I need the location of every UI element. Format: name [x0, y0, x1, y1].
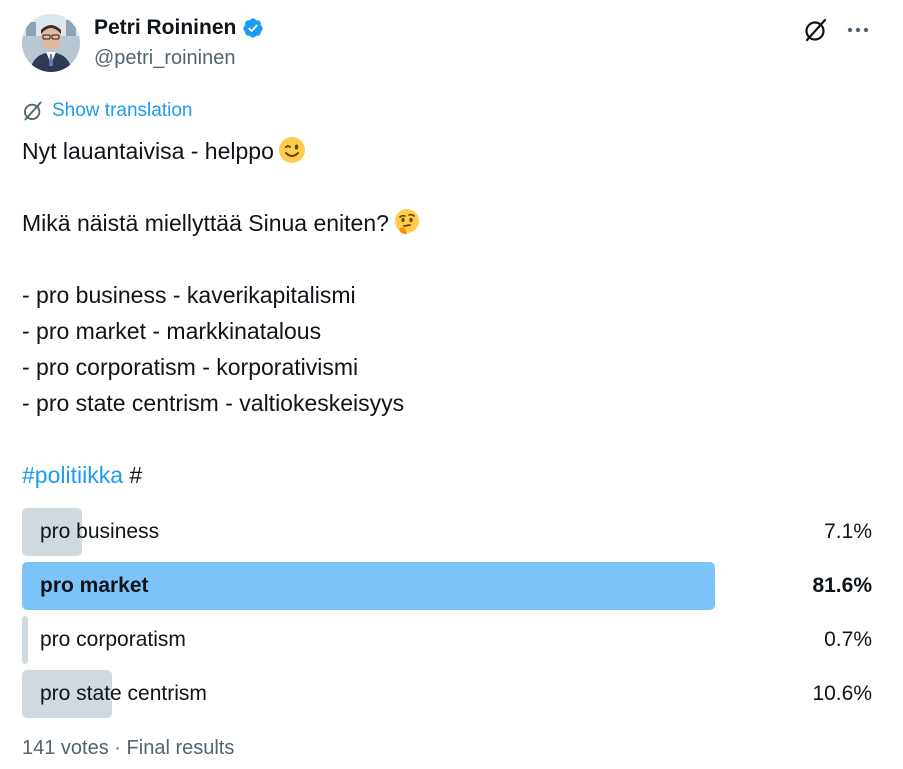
tweet-line-2-text: Mikä näistä miellyttää Sinua eniten?: [22, 210, 389, 236]
poll-option: pro state centrism 10.6%: [22, 670, 872, 718]
poll-footer-separator: ·: [114, 737, 121, 759]
tweet-card: Petri Roininen @petri_roininen Show tran…: [0, 0, 903, 769]
show-translation-button[interactable]: Show translation: [22, 100, 192, 122]
author-avatar[interactable]: [22, 14, 80, 72]
poll-option-label: pro state centrism: [40, 682, 207, 705]
poll-option-percent: 10.6%: [812, 682, 872, 705]
poll-option: pro corporatism 0.7%: [22, 616, 872, 664]
tweet-line-2: Mikä näistä miellyttää Sinua eniten?: [22, 205, 882, 241]
tweet-option-line: - pro business - kaverikapitalismi: [22, 282, 356, 308]
poll-option-percent: 81.6%: [812, 574, 872, 597]
poll-footer: 141 votes · Final results: [22, 737, 234, 760]
author-display-name[interactable]: Petri Roininen: [94, 16, 236, 40]
author-handle[interactable]: @petri_roininen: [94, 47, 236, 70]
tweet-text: Nyt lauantaivisa - helppo Mikä näistä mi…: [22, 133, 882, 493]
thinking-face-emoji-icon: [393, 208, 421, 246]
poll: pro business 7.1% pro market 81.6% pro c…: [22, 508, 872, 724]
poll-status: Final results: [126, 737, 235, 759]
trailing-hash: #: [129, 462, 143, 488]
tweet-option-line: - pro corporatism - korporativismi: [22, 354, 359, 380]
poll-option-percent: 0.7%: [824, 628, 872, 651]
winking-face-emoji-icon: [278, 136, 306, 174]
poll-option-label: pro corporatism: [40, 628, 186, 651]
hashtag-link[interactable]: #politiikka: [22, 462, 123, 488]
tweet-line-1: Nyt lauantaivisa - helppo: [22, 133, 882, 169]
poll-option-label: pro market: [40, 574, 149, 597]
author-name-row: Petri Roininen: [94, 16, 264, 40]
grok-icon[interactable]: [800, 14, 832, 46]
show-translation-label: Show translation: [52, 100, 193, 121]
poll-vote-count: 141 votes: [22, 737, 109, 759]
poll-option-percent: 7.1%: [824, 520, 872, 543]
tweet-hashtag-line: #politiikka #: [22, 457, 882, 493]
tweet-option-line: - pro state centrism - valtiokeskeisyys: [22, 390, 405, 416]
poll-option-bar: [22, 616, 28, 664]
tweet-option-line: - pro market - markkinatalous: [22, 318, 322, 344]
verified-badge-icon[interactable]: [242, 17, 264, 39]
poll-option-label: pro business: [40, 520, 160, 543]
tweet-line-1-text: Nyt lauantaivisa - helppo: [22, 138, 274, 164]
poll-option: pro market 81.6%: [22, 562, 872, 610]
more-options-icon[interactable]: [842, 14, 874, 46]
translate-icon: [24, 101, 42, 121]
poll-option: pro business 7.1%: [22, 508, 872, 556]
